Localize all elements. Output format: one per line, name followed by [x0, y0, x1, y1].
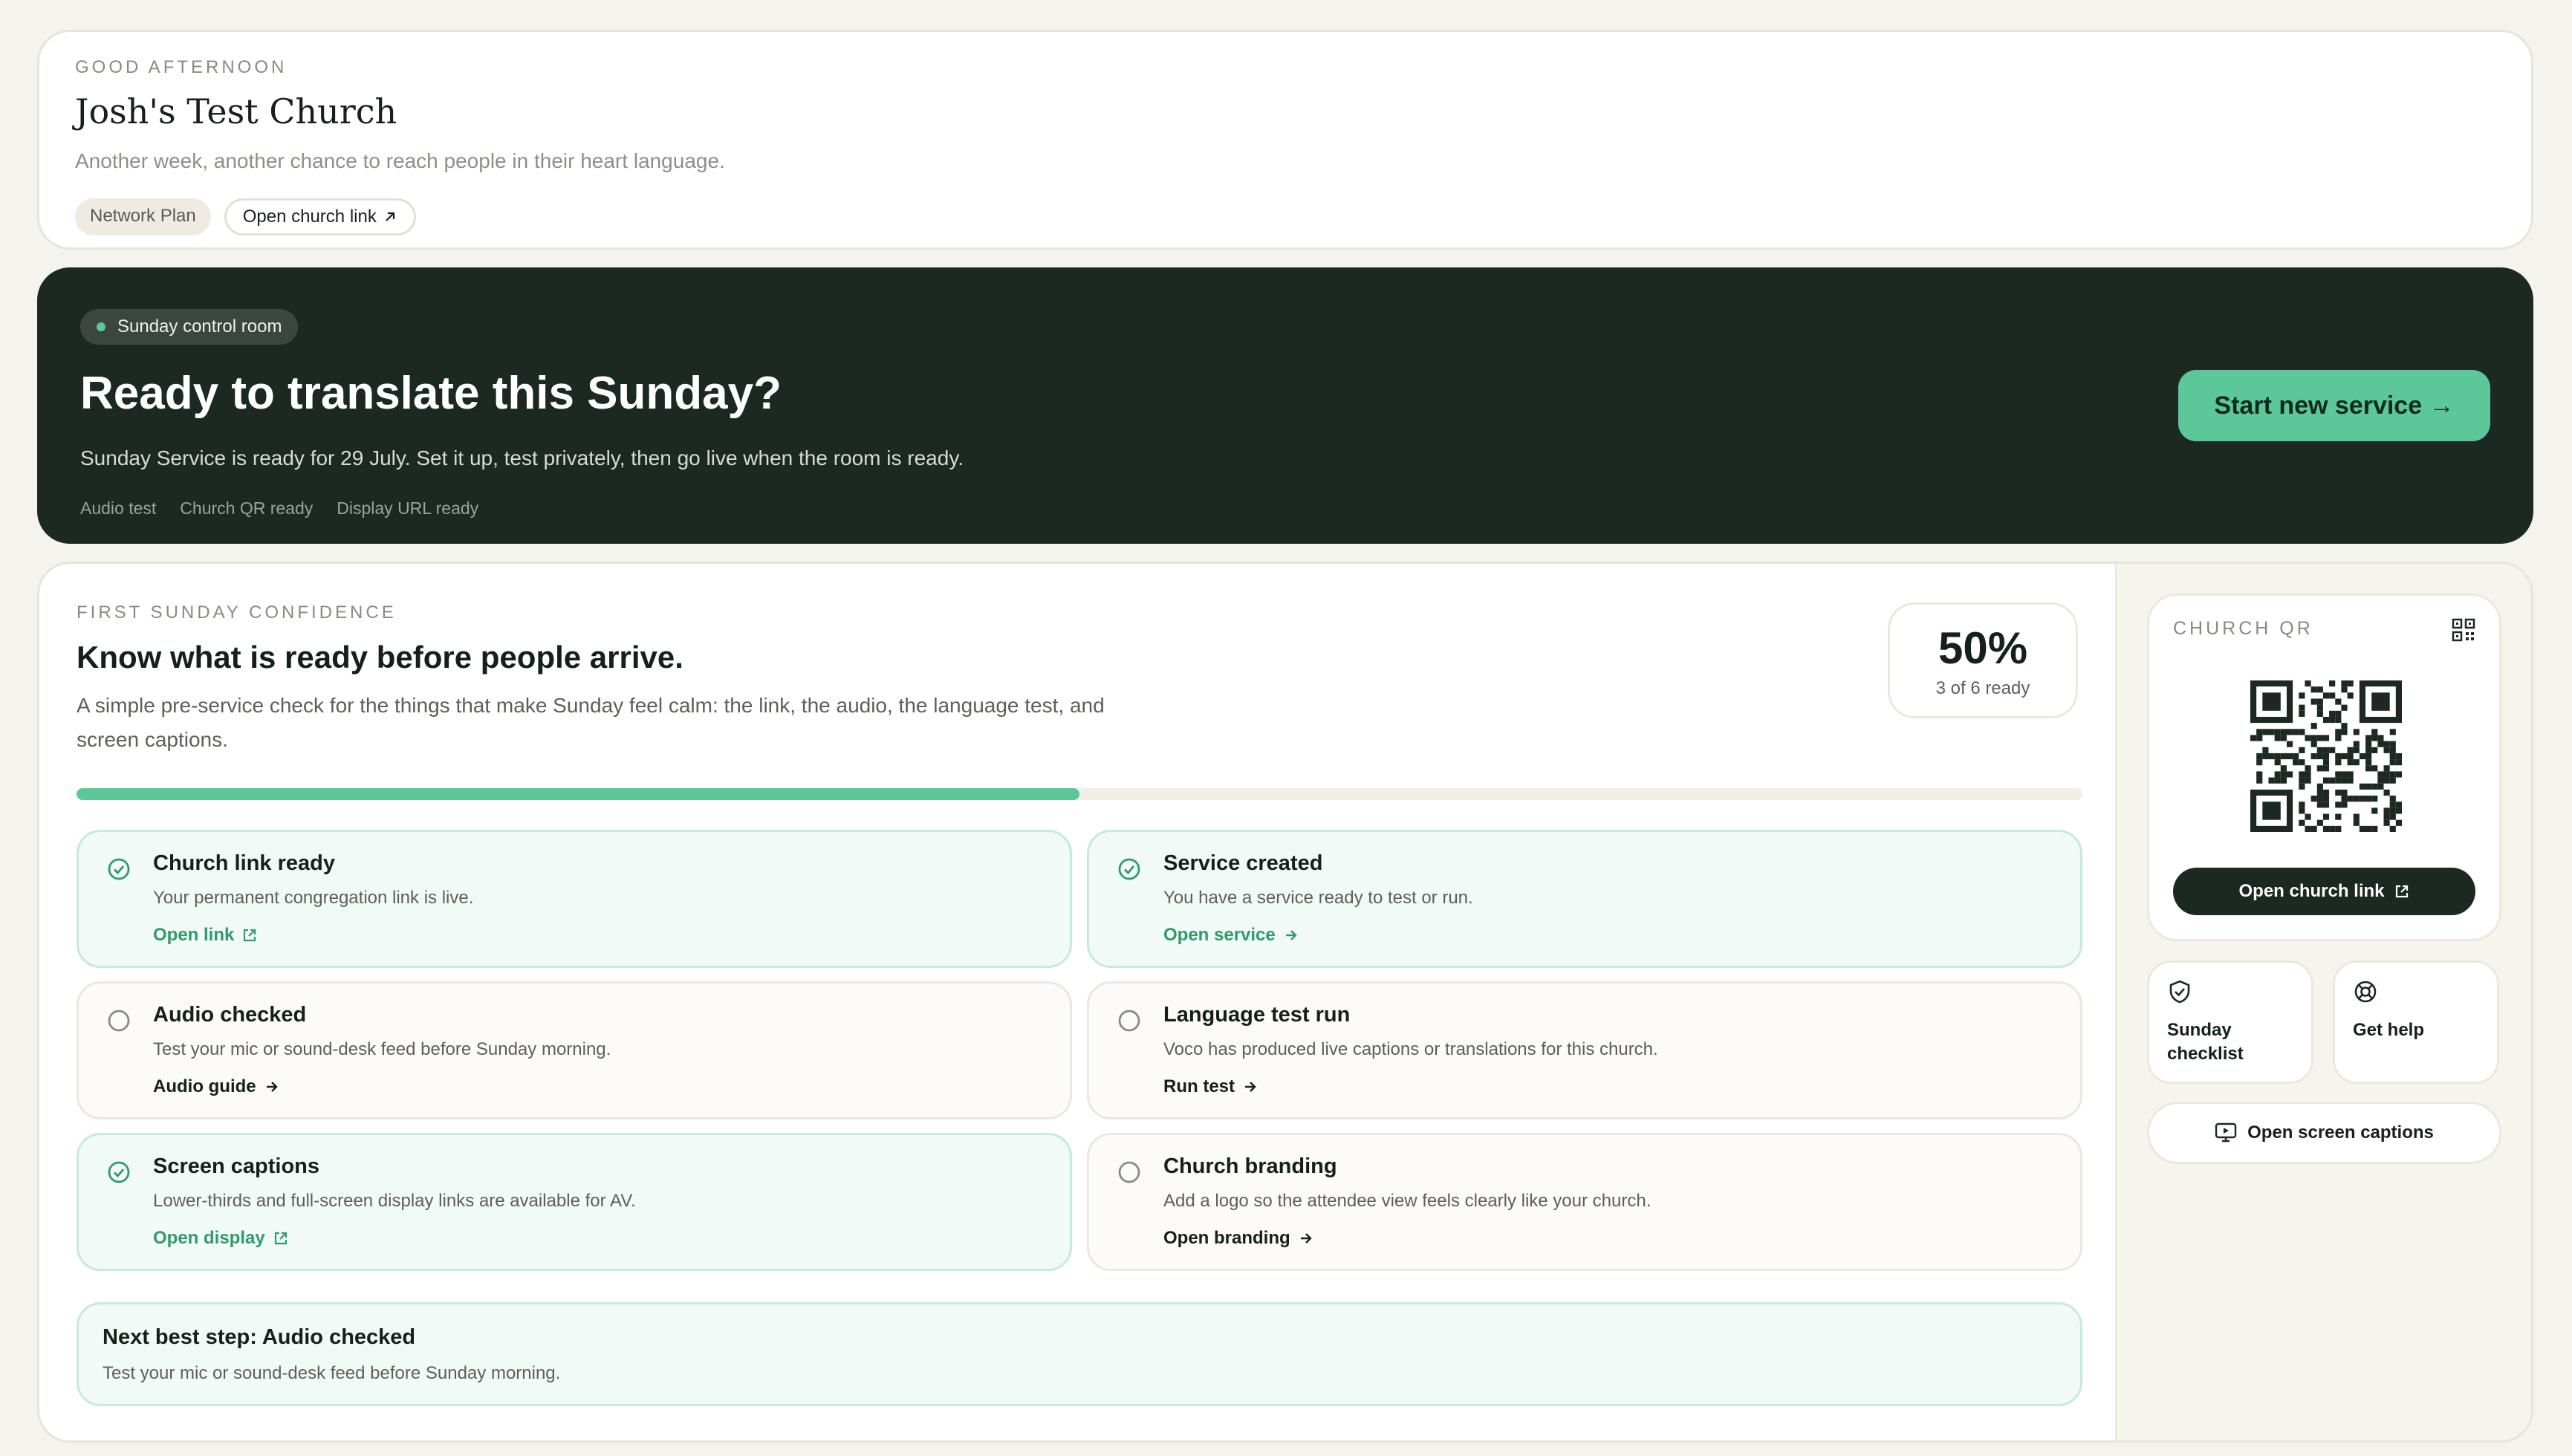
get-help-tile[interactable]: Get help [2333, 961, 2499, 1084]
hero-tags: Audio test Church QR ready Display URL r… [80, 498, 2490, 519]
checklist-item-link-label: Run test [1163, 1076, 1235, 1096]
next-best-step[interactable]: Next best step: Audio checked Test your … [77, 1302, 2082, 1406]
confidence-description: A simple pre-service check for the thing… [77, 694, 1105, 751]
sunday-hero: Sunday control room Ready to translate t… [37, 267, 2533, 544]
checklist-item-description: Add a logo so the attendee view feels cl… [1163, 1191, 1652, 1211]
control-room-badge: Sunday control room [80, 309, 299, 345]
hero-title: Ready to translate this Sunday? [80, 368, 782, 419]
check-circle-icon [108, 1161, 130, 1183]
welcome-card: GOOD AFTERNOON Josh's Test Church Anothe… [37, 30, 2533, 250]
get-help-label: Get help [2353, 1020, 2425, 1040]
checklist-item-link[interactable]: Open link [153, 925, 1048, 946]
checklist-item-description: Lower-thirds and full-screen display lin… [153, 1191, 636, 1211]
checklist-item[interactable]: Service created You have a service ready … [1087, 830, 2082, 968]
readiness-progress-fill [77, 788, 1079, 800]
checklist-item-link[interactable]: Audio guide [153, 1076, 1048, 1097]
checklist-item-title: Service created [1163, 851, 1323, 875]
sunday-checklist-tile[interactable]: Sunday checklist [2147, 961, 2313, 1084]
checklist-item-link-label: Open link [153, 925, 235, 945]
check-circle-icon [1118, 858, 1140, 880]
checklist-item-title: Screen captions [153, 1154, 320, 1178]
check-circle-icon [108, 858, 130, 880]
checklist-item-description: Voco has produced live captions or trans… [1163, 1039, 1658, 1059]
score-count: 3 of 6 ready [1935, 677, 2030, 698]
checklist-item[interactable]: Church branding Add a logo so the attende… [1087, 1133, 2082, 1271]
welcome-pills: Network Plan Open church link [75, 198, 2495, 235]
readiness-score: 50% 3 of 6 ready [1888, 602, 2078, 718]
church-qr-code-image [2250, 680, 2402, 832]
external-link-icon [2395, 885, 2408, 898]
qr-code-icon[interactable] [2452, 618, 2475, 642]
checklist-grid: Church link ready Your permanent congrega… [77, 830, 2082, 1271]
monitor-play-icon [2215, 1122, 2237, 1143]
empty-circle-icon [1118, 1161, 1140, 1183]
greeting: GOOD AFTERNOON [75, 57, 288, 77]
confidence-title: Know what is ready before people arrive. [77, 640, 683, 675]
open-church-link-label: Open church link [242, 207, 377, 227]
sunday-checklist-label: Sunday checklist [2167, 1020, 2244, 1064]
arrow-right-icon [1285, 930, 1297, 940]
qr-open-church-link-button[interactable]: Open church link [2173, 868, 2475, 915]
checklist-item-link-label: Open service [1163, 925, 1276, 945]
qr-open-church-link-label: Open church link [2238, 881, 2385, 901]
status-dot-icon [97, 322, 105, 331]
checklist-item[interactable]: Audio checked Test your mic or sound-desk… [77, 981, 1072, 1119]
hero-tag: Audio test [80, 498, 157, 518]
open-church-link-pill[interactable]: Open church link [224, 198, 416, 235]
open-screen-captions-button[interactable]: Open screen captions [2147, 1102, 2501, 1164]
start-new-service-button[interactable]: Start new service → [2178, 370, 2490, 441]
checklist-item-link-label: Audio guide [153, 1076, 256, 1096]
checklist-item-description: Test your mic or sound-desk feed before … [153, 1039, 611, 1059]
plan-badge: Network Plan [75, 198, 211, 235]
checklist-item-link[interactable]: Open display [153, 1228, 1048, 1249]
score-percent: 50% [1938, 623, 2028, 673]
readiness-progress-bar [77, 788, 2082, 800]
shield-check-icon [2169, 980, 2190, 1004]
hero-tag: Display URL ready [337, 498, 479, 518]
arrow-right-icon [266, 1082, 278, 1092]
church-qr-card: CHURCH QR Open church link [2147, 594, 2501, 941]
external-link-icon [274, 1232, 287, 1245]
welcome-subtitle: Another week, another chance to reach pe… [75, 149, 725, 172]
checklist-item-description: Your permanent congregation link is live… [153, 888, 474, 908]
external-link-icon [244, 929, 256, 942]
open-screen-captions-label: Open screen captions [2247, 1122, 2434, 1143]
checklist-item-title: Language test run [1163, 1003, 1351, 1027]
checklist-item-description: You have a service ready to test or run. [1163, 888, 1473, 908]
hero-subtitle: Sunday Service is ready for 29 July. Set… [80, 446, 964, 469]
confidence-panel: FIRST SUNDAY CONFIDENCE Know what is rea… [37, 562, 2533, 1443]
checklist-item[interactable]: Screen captions Lower-thirds and full-scr… [77, 1133, 1072, 1271]
confidence-eyebrow: FIRST SUNDAY CONFIDENCE [77, 602, 397, 623]
arrow-right-icon [1245, 1082, 1256, 1092]
checklist-item-link[interactable]: Open branding [1163, 1228, 2058, 1249]
checklist-item-title: Audio checked [153, 1003, 307, 1027]
next-step-description: Test your mic or sound-desk feed before … [103, 1363, 561, 1383]
arrow-right-icon [1300, 1233, 1312, 1244]
church-name: Josh's Test Church [75, 91, 397, 131]
empty-circle-icon [1118, 1010, 1140, 1032]
lifebuoy-icon [2354, 981, 2377, 1003]
checklist-item-link[interactable]: Open service [1163, 925, 2058, 946]
hero-tag: Church QR ready [180, 498, 314, 518]
sidebar: CHURCH QR Open church link Sunday checkl… [2115, 564, 2531, 1440]
checklist-item-title: Church branding [1163, 1154, 1337, 1178]
checklist-item-link[interactable]: Run test [1163, 1076, 2058, 1097]
arrow-up-right-icon [386, 212, 394, 221]
next-step-title: Next best step: Audio checked [103, 1325, 416, 1349]
checklist-item-link-label: Open display [153, 1228, 265, 1248]
checklist-item-title: Church link ready [153, 851, 335, 875]
control-room-label: Sunday control room [117, 316, 282, 337]
checklist-item-link-label: Open branding [1163, 1228, 1290, 1248]
church-qr-label: CHURCH QR [2173, 618, 2313, 639]
sidebar-tiles: Sunday checklist Get help [2147, 961, 2501, 1084]
checklist-item[interactable]: Church link ready Your permanent congrega… [77, 830, 1072, 968]
empty-circle-icon [108, 1010, 130, 1032]
checklist-item[interactable]: Language test run Voco has produced live … [1087, 981, 2082, 1119]
